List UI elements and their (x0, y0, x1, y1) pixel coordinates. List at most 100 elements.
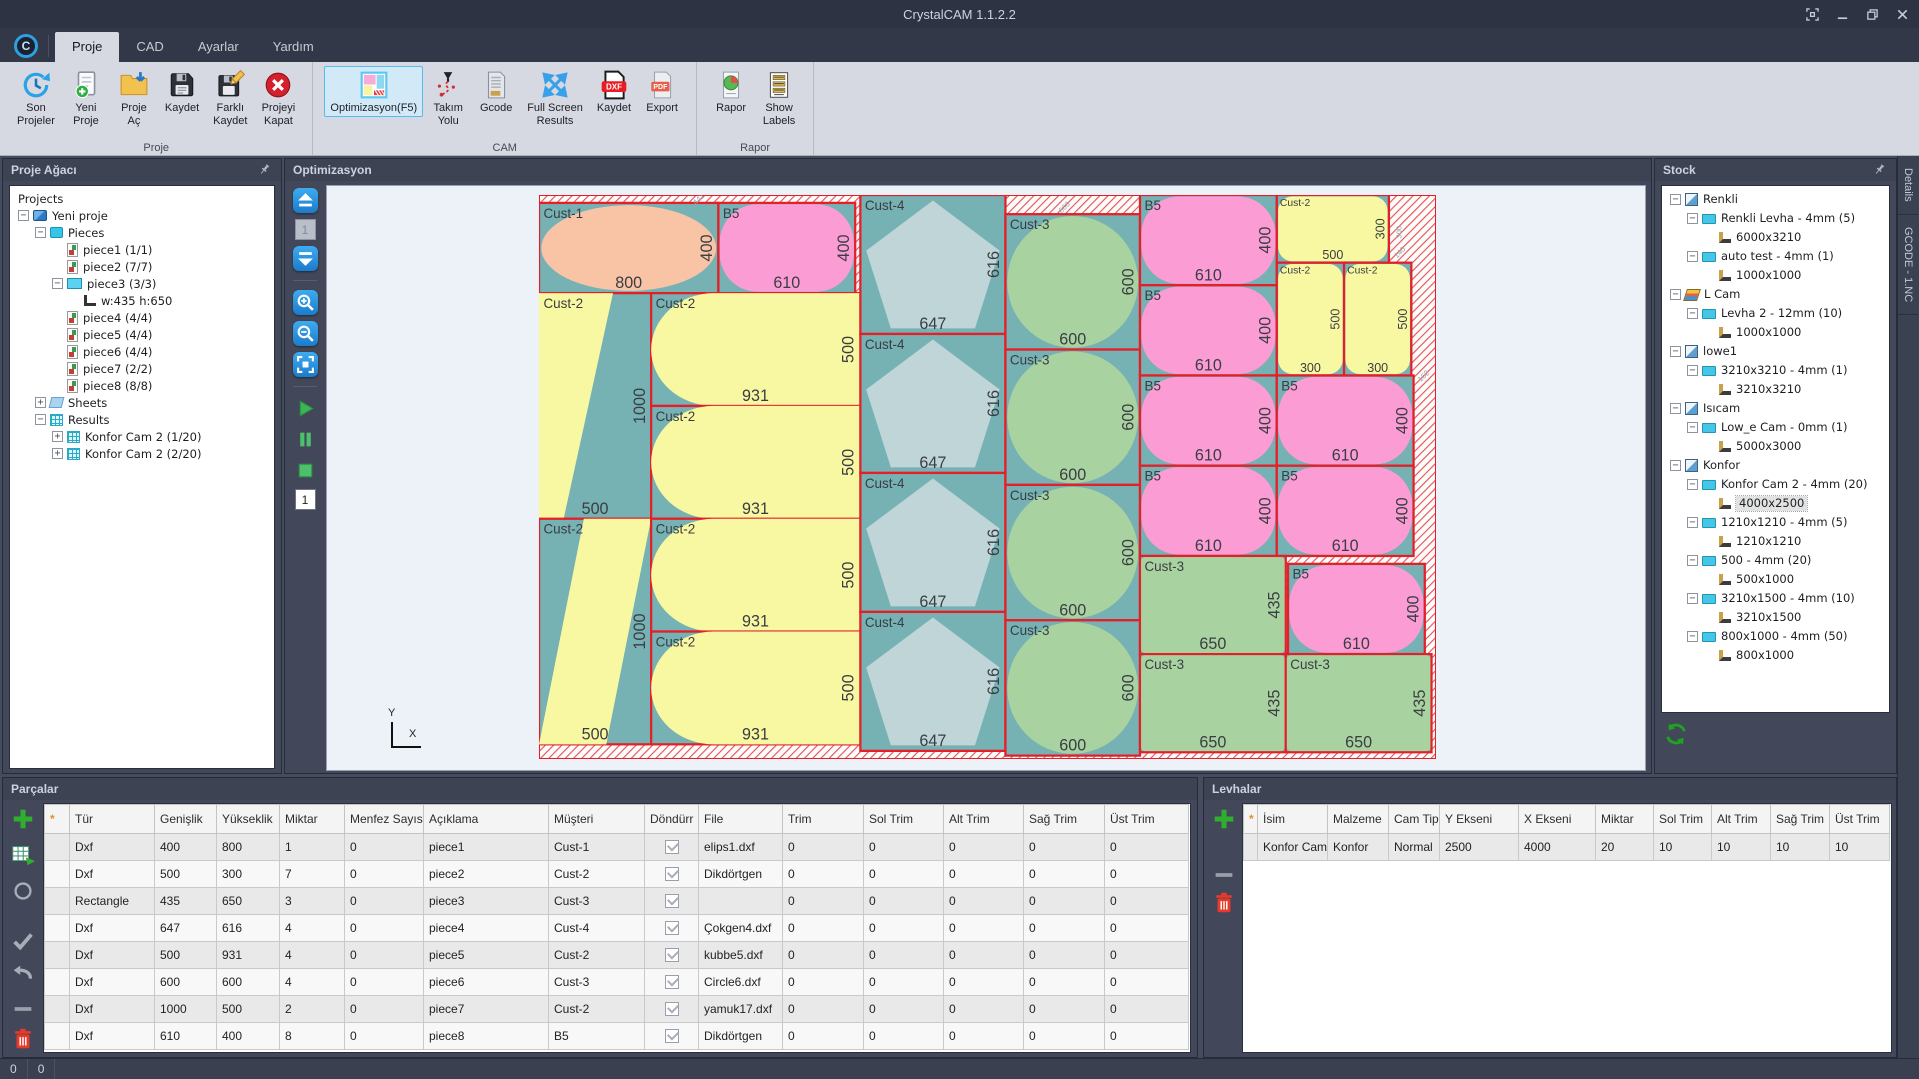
cell-sa-trim[interactable]: 0 (1024, 996, 1105, 1023)
cell-alt-trim[interactable]: 0 (944, 942, 1024, 969)
project-tree-item-piece2-7-7[interactable]: piece2 (7/7) (12, 258, 272, 275)
cell-sol-trim[interactable]: 0 (864, 915, 944, 942)
show-labels-button[interactable]: Show Labels (756, 66, 802, 130)
recent-button[interactable]: Son Projeler (11, 66, 61, 130)
placed-piece-cust-2[interactable]: Cust-2300500 (1344, 263, 1411, 376)
cell-miktar[interactable]: 1 (280, 834, 345, 861)
cell-sol-trim[interactable]: 0 (864, 942, 944, 969)
cell-alt-trim[interactable]: 10 (1712, 834, 1771, 861)
cell-geni-lik[interactable]: 400 (155, 834, 217, 861)
rotate-checkbox[interactable] (665, 867, 679, 881)
column-header-m-teri[interactable]: Müşteri (549, 805, 645, 834)
expander-icon[interactable]: − (1670, 460, 1681, 471)
optimization-canvas[interactable]: Cust-1800400B5610400Cust-25001000Cust-25… (326, 185, 1646, 771)
parts-row[interactable]: Dxf60060040piece6Cust-3Circle6.dxf00000 (45, 969, 1189, 996)
placed-piece-cust-3[interactable]: Cust-3600600 (1005, 485, 1140, 620)
open-folder-button[interactable]: Proje Aç (111, 66, 157, 130)
cell-st-trim[interactable]: 0 (1105, 996, 1189, 1023)
placed-piece-cust-2[interactable]: Cust-25001000 (539, 293, 651, 519)
project-tree-item-sheets[interactable]: +Sheets (12, 394, 272, 411)
cell-file[interactable]: Dikdörtgen (699, 861, 783, 888)
cell-sa-trim[interactable]: 0 (1024, 1023, 1105, 1050)
cell-sa-trim[interactable]: 0 (1024, 834, 1105, 861)
column-header-alt-trim[interactable]: Alt Trim (944, 805, 1024, 834)
stock-tree-item-5000x3000[interactable]: 5000x3000 (1664, 437, 1887, 456)
close-button[interactable] (1891, 4, 1913, 24)
placed-piece-cust-3[interactable]: Cust-3650435 (1286, 654, 1432, 752)
stock-tree-item-levha-2-12mm-10[interactable]: −Levha 2 - 12mm (10) (1664, 304, 1887, 323)
parts-row[interactable]: Dxf40080010piece1Cust-1elips1.dxf00000 (45, 834, 1189, 861)
row-selector-cell[interactable] (45, 1023, 70, 1050)
cell-sol-trim[interactable]: 0 (864, 834, 944, 861)
placed-piece-cust-2[interactable]: Cust-2931500 (651, 293, 860, 406)
cell-file[interactable]: kubbe5.dxf (699, 942, 783, 969)
expander-icon[interactable]: − (1687, 251, 1698, 262)
row-selector-cell[interactable] (1244, 834, 1258, 861)
placed-piece-cust-4[interactable]: Cust-4647616 (860, 334, 1005, 473)
row-selector-cell[interactable] (45, 969, 70, 996)
cell-t-r[interactable]: Dxf (70, 996, 155, 1023)
cutting-layout-sheet[interactable]: Cust-1800400B5610400Cust-25001000Cust-25… (539, 195, 1436, 759)
cell-t-r[interactable]: Dxf (70, 942, 155, 969)
cell-trim[interactable]: 0 (783, 888, 864, 915)
delete-sheet-button[interactable] (1211, 890, 1237, 916)
placed-piece-b5[interactable]: B5610400 (1288, 564, 1425, 654)
cell-t-r[interactable]: Dxf (70, 1023, 155, 1050)
add-sheet-button[interactable] (1211, 806, 1237, 832)
toolpath-button[interactable]: Takım Yolu (425, 66, 471, 130)
stock-tree-item-konfor[interactable]: −Konfor (1664, 456, 1887, 475)
project-tree-item-pieces[interactable]: −Pieces (12, 224, 272, 241)
placed-piece-cust-2[interactable]: Cust-2931500 (651, 406, 860, 519)
cell-m-teri[interactable]: Cust-2 (549, 861, 645, 888)
expander-icon[interactable]: + (52, 431, 63, 442)
cell-x-ekseni[interactable]: 4000 (1519, 834, 1596, 861)
cell-trim[interactable]: 0 (783, 834, 864, 861)
rotate-checkbox[interactable] (665, 840, 679, 854)
cell-alt-trim[interactable]: 0 (944, 834, 1024, 861)
play-button[interactable] (293, 396, 318, 421)
expander-icon[interactable]: + (35, 397, 46, 408)
cell-miktar[interactable]: 3 (280, 888, 345, 915)
placed-piece-cust-4[interactable]: Cust-4647616 (860, 473, 1005, 612)
column-header-d-nd-rr[interactable]: Döndürr (645, 805, 699, 834)
close-project-button[interactable]: Projeyi Kapat (255, 66, 301, 130)
rotate-checkbox[interactable] (665, 1002, 679, 1016)
column-header-cam-tip[interactable]: Cam Tip (1389, 805, 1440, 834)
column-header-geni-lik[interactable]: Genişlik (155, 805, 217, 834)
zoom-in-button[interactable] (293, 290, 318, 315)
remove-part-button[interactable] (10, 996, 36, 1022)
cell-cam-tip[interactable]: Normal (1389, 834, 1440, 861)
cell-a-klama[interactable]: piece1 (424, 834, 549, 861)
project-tree-item-piece1-1-1[interactable]: piece1 (1/1) (12, 241, 272, 258)
cell-a-klama[interactable]: piece6 (424, 969, 549, 996)
parts-row[interactable]: Dxf100050020piece7Cust-2yamuk17.dxf00000 (45, 996, 1189, 1023)
cell-miktar[interactable]: 4 (280, 915, 345, 942)
cell-d-nd-rr[interactable] (645, 969, 699, 996)
fullscreen-button[interactable] (1801, 4, 1823, 24)
expander-icon[interactable]: − (1687, 631, 1698, 642)
cell-a-klama[interactable]: piece2 (424, 861, 549, 888)
cell-d-nd-rr[interactable] (645, 888, 699, 915)
stock-tree-item-1000x1000[interactable]: 1000x1000 (1664, 266, 1887, 285)
cell-d-nd-rr[interactable] (645, 834, 699, 861)
next-sheet-button[interactable] (293, 246, 318, 271)
column-header-st-trim[interactable]: Üst Trim (1105, 805, 1189, 834)
cell-miktar[interactable]: 7 (280, 861, 345, 888)
column-header-alt-trim[interactable]: Alt Trim (1712, 805, 1771, 834)
cell-st-trim[interactable]: 0 (1105, 969, 1189, 996)
column-header-y-kseklik[interactable]: Yükseklik (217, 805, 280, 834)
cell-sa-trim[interactable]: 0 (1024, 969, 1105, 996)
expander-icon[interactable]: − (1687, 479, 1698, 490)
stock-tree-item-konfor-cam-2-4mm-20[interactable]: −Konfor Cam 2 - 4mm (20) (1664, 475, 1887, 494)
placed-piece-cust-3[interactable]: Cust-3650435 (1140, 654, 1286, 752)
placed-piece-cust-4[interactable]: Cust-4647616 (860, 612, 1005, 751)
stock-tree-item-3210x1500-4mm-10[interactable]: −3210x1500 - 4mm (10) (1664, 589, 1887, 608)
project-tree-item-piece5-4-4[interactable]: piece5 (4/4) (12, 326, 272, 343)
cell-geni-lik[interactable]: 600 (155, 969, 217, 996)
placed-piece-cust-2[interactable]: Cust-2500300 (1277, 195, 1389, 263)
stock-tree-item-3210x3210[interactable]: 3210x3210 (1664, 380, 1887, 399)
cell-y-kseklik[interactable]: 400 (217, 1023, 280, 1050)
fit-screen-button[interactable] (293, 352, 318, 377)
cell-y-kseklik[interactable]: 600 (217, 969, 280, 996)
cell-y-kseklik[interactable]: 650 (217, 888, 280, 915)
